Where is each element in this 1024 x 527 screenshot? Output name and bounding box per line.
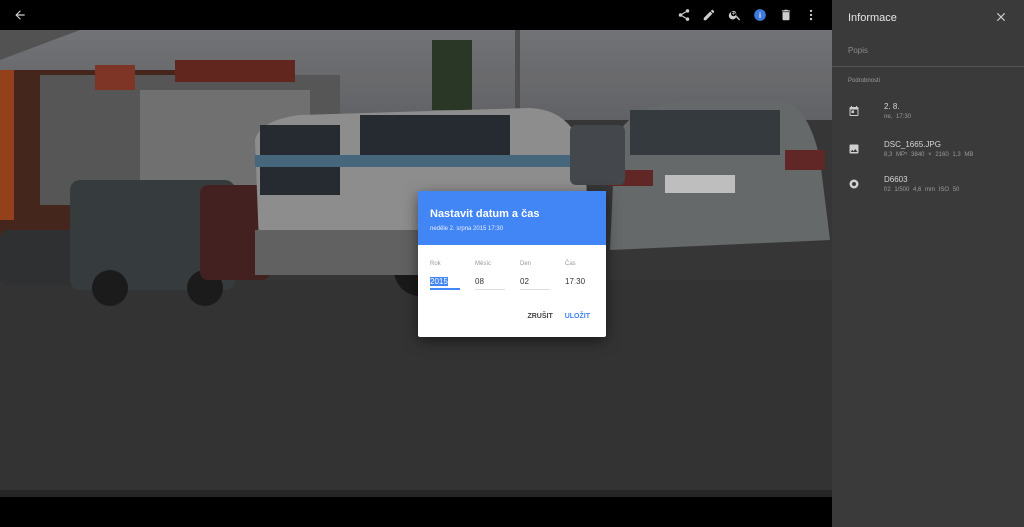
file-name: DSC_1665.JPG: [884, 140, 941, 149]
photo-viewer: [0, 0, 832, 527]
time-field[interactable]: Čas 17:30: [565, 261, 595, 290]
info-date-row[interactable]: 2. 8. ne, 17:30: [848, 102, 911, 120]
year-field[interactable]: Rok 2015: [430, 261, 460, 290]
save-button[interactable]: ULOŽIT: [565, 313, 590, 320]
dialog-scrim[interactable]: [0, 0, 832, 527]
info-panel: Informace Popis Podrobnosti 2. 8. ne, 17…: [832, 0, 1024, 527]
dialog-actions: ZRUŠIT ULOŽIT: [527, 313, 590, 320]
hour-input[interactable]: 17: [565, 277, 574, 286]
details-label: Podrobnosti: [848, 78, 881, 84]
cancel-button[interactable]: ZRUŠIT: [527, 313, 552, 320]
aperture-icon: [848, 177, 862, 191]
dialog-subtitle: neděle 2. srpna 2015 17:30: [430, 226, 504, 232]
info-file-row: DSC_1665.JPG 8,3 MP⁵ 3840 × 2160 1,3 MB: [848, 140, 973, 158]
year-input[interactable]: 2015: [430, 277, 448, 286]
year-label: Rok: [430, 261, 441, 267]
month-input[interactable]: 08: [475, 277, 505, 290]
close-icon[interactable]: [994, 10, 1008, 24]
date-fields: Rok 2015 Měsíc 08 Den 02 Čas 17:30: [430, 261, 600, 295]
image-icon: [848, 142, 862, 156]
day-field[interactable]: Den 02: [520, 261, 550, 290]
day-input[interactable]: 02: [520, 277, 550, 290]
month-label: Měsíc: [475, 261, 492, 267]
divider: [832, 66, 1024, 67]
date-value: 2. 8.: [884, 102, 900, 111]
minute-input[interactable]: 30: [576, 277, 585, 286]
calendar-icon: [848, 104, 862, 118]
set-date-time-dialog: Nastavit datum a čas neděle 2. srpna 201…: [418, 191, 606, 337]
date-subvalue: ne, 17:30: [884, 114, 912, 120]
info-camera-row: D6603 f/2 1/500 4,6 mm ISO 50: [848, 175, 959, 193]
dialog-header: Nastavit datum a čas neděle 2. srpna 201…: [418, 191, 606, 245]
day-label: Den: [520, 261, 532, 267]
time-label: Čas: [565, 261, 576, 267]
file-details: 8,3 MP⁵ 3840 × 2160 1,3 MB: [884, 152, 974, 158]
dialog-title: Nastavit datum a čas: [430, 208, 540, 220]
camera-settings: f/2 1/500 4,6 mm ISO 50: [884, 187, 960, 193]
month-field[interactable]: Měsíc 08: [475, 261, 505, 290]
description-field[interactable]: Popis: [848, 46, 868, 55]
camera-model: D6603: [884, 175, 908, 184]
